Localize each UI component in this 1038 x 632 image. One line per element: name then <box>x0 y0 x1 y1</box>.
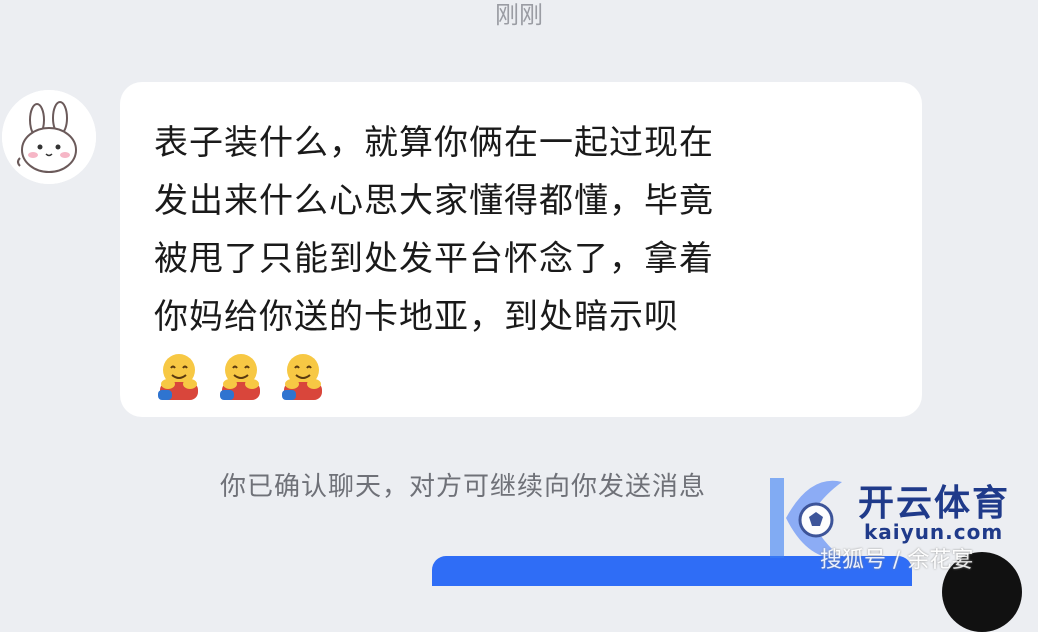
message-line-4: 你妈给你送的卡地亚，到处暗示呗 <box>154 297 679 337</box>
hugging-face-icon <box>216 350 266 400</box>
message-bubble[interactable]: 表子装什么，就算你俩在一起过现在 发出来什么心思大家懂得都懂，毕竟 被甩了只能到… <box>120 82 922 417</box>
emoji-row <box>154 350 888 400</box>
watermark-domain: kaiyun.com <box>864 520 1004 544</box>
watermark: 开云体育 kaiyun.com 搜狐号 / 余花宴 <box>740 462 1038 573</box>
sender-avatar[interactable] <box>2 90 96 184</box>
hugging-face-icon <box>154 350 204 400</box>
message-line-1: 表子装什么，就算你俩在一起过现在 <box>154 123 714 163</box>
message-line-2: 发出来什么心思大家懂得都懂，毕竟 <box>154 181 714 221</box>
message-timestamp: 刚刚 <box>495 1 543 29</box>
hugging-face-icon <box>278 350 328 400</box>
watermark-name: 开云体育 <box>858 483 1011 524</box>
watermark-sub: 搜狐号 / 余花宴 <box>820 548 974 573</box>
message-line-3: 被甩了只能到处发平台怀念了，拿着 <box>154 239 714 279</box>
system-notice: 你已确认聊天，对方可继续向你发送消息 <box>220 472 707 502</box>
bunny-avatar-icon <box>2 90 96 184</box>
